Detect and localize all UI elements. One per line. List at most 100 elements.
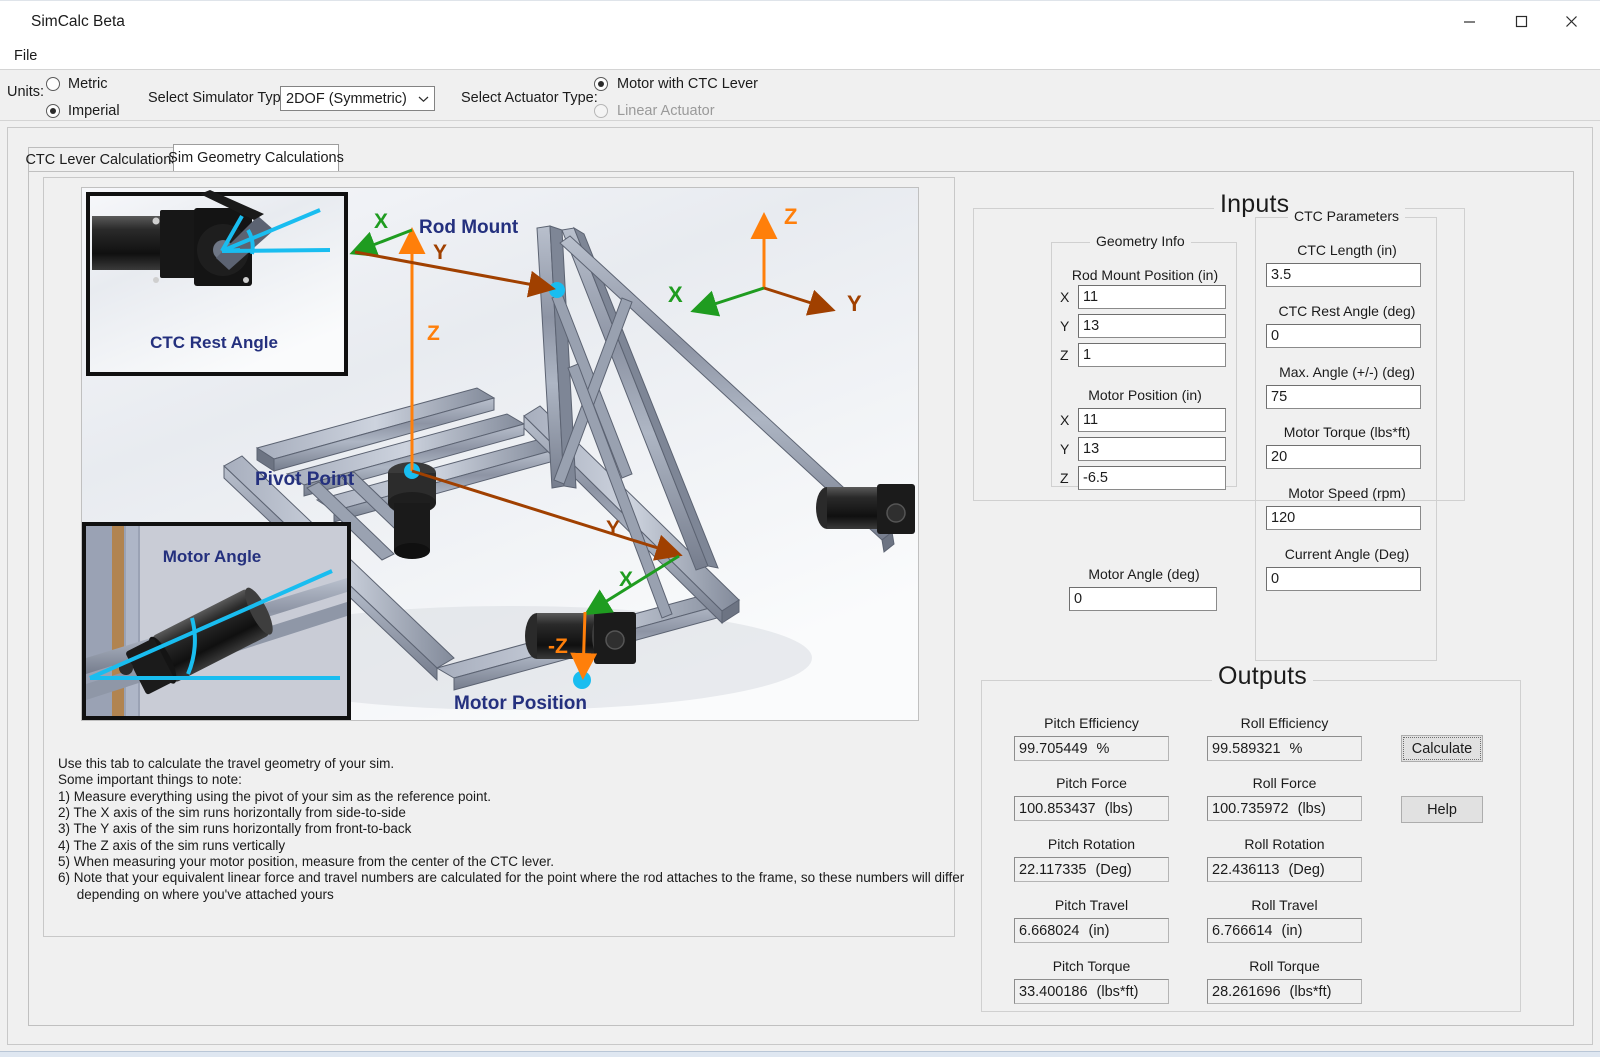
outputs-group-title: Outputs: [1212, 662, 1313, 691]
diagram-panel: Z X Y X Y Z: [43, 177, 955, 937]
tab-ctc-lever-calculations[interactable]: CTC Lever Calculations: [28, 147, 176, 171]
radio-actuator-motor-ctc-label: Motor with CTC Lever: [617, 76, 758, 92]
tab-sim-geometry-calculations[interactable]: Sim Geometry Calculations: [173, 144, 339, 171]
pitch-rotation-label: Pitch Rotation: [1004, 836, 1179, 852]
max-angle-input[interactable]: 75: [1266, 385, 1421, 409]
ctc-rest-angle-input[interactable]: 0: [1266, 324, 1421, 348]
pitch-torque-number: 33.400186: [1019, 984, 1088, 1000]
motor-y-label: Y: [1060, 441, 1069, 457]
motor-position-label: Motor Position (in): [1052, 387, 1238, 403]
radio-actuator-motor-ctc[interactable]: [594, 77, 608, 91]
pitch-travel-label: Pitch Travel: [1004, 897, 1179, 913]
pitch-efficiency-number: 99.705449: [1019, 741, 1088, 757]
minimize-icon: [1463, 15, 1476, 28]
simulator-type-label: Select Simulator Type:: [148, 90, 293, 106]
triad-z-label: Z: [784, 204, 797, 229]
roll-torque-label: Roll Torque: [1197, 958, 1372, 974]
radio-units-metric[interactable]: [46, 77, 60, 91]
motor-speed-input[interactable]: 120: [1266, 506, 1421, 530]
roll-travel-label: Roll Travel: [1197, 897, 1372, 913]
tab-sim-geometry-calculations-label: Sim Geometry Calculations: [168, 150, 344, 166]
rod-mount-z-input[interactable]: 1: [1078, 343, 1226, 367]
motor-speed-label: Motor Speed (rpm): [1256, 485, 1438, 501]
rodmount-y-label: Y: [433, 241, 447, 264]
roll-rotation-label: Roll Rotation: [1197, 836, 1372, 852]
radio-actuator-linear-label: Linear Actuator: [617, 103, 715, 119]
help-button[interactable]: Help: [1401, 796, 1483, 823]
note-line-3: 2) The X axis of the sim runs horizontal…: [58, 805, 948, 821]
close-icon: [1565, 15, 1578, 28]
pitch-torque-label: Pitch Torque: [1004, 958, 1179, 974]
rod-mount-y-input[interactable]: 13: [1078, 314, 1226, 338]
roll-torque-unit: (lbs*ft): [1290, 984, 1332, 1000]
motor-torque-input[interactable]: 20: [1266, 445, 1421, 469]
options-toolbar: Units: Metric Imperial Select Simulator …: [0, 69, 1600, 121]
main-panel: CTC Lever Calculations Sim Geometry Calc…: [7, 127, 1593, 1045]
pitch-force-unit: (lbs): [1105, 801, 1133, 817]
motor-angle-input[interactable]: 0: [1069, 587, 1217, 611]
pitch-travel-unit: (in): [1088, 923, 1109, 939]
roll-torque-number: 28.261696: [1212, 984, 1281, 1000]
maximize-button[interactable]: [1498, 1, 1544, 42]
ctc-parameters-group: CTC Parameters CTC Length (in) 3.5 CTC R…: [1255, 217, 1437, 661]
triad-x-label: X: [668, 282, 683, 307]
units-label: Units:: [7, 84, 44, 100]
motor-z-label: Z: [1060, 470, 1069, 486]
inset-ctc-rest-angle: CTC Rest Angle: [88, 190, 346, 374]
current-angle-input[interactable]: 0: [1266, 567, 1421, 591]
note-line-7: 6) Note that your equivalent linear forc…: [58, 870, 948, 886]
pitch-travel-value: 6.668024 (in): [1014, 918, 1169, 943]
calculate-button[interactable]: Calculate: [1401, 735, 1483, 762]
inset-label-ctc-rest-angle: CTC Rest Angle: [150, 333, 278, 352]
pitch-force-label: Pitch Force: [1004, 775, 1179, 791]
close-button[interactable]: [1548, 1, 1594, 42]
sim-geometry-diagram: Z X Y X Y Z: [81, 187, 919, 721]
motor-x-input[interactable]: 11: [1078, 408, 1226, 432]
motor-torque-label: Motor Torque (lbs*ft): [1256, 424, 1438, 440]
roll-rotation-unit: (Deg): [1288, 862, 1324, 878]
inputs-group-title: Inputs: [1214, 190, 1295, 219]
note-line-1: Some important things to note:: [58, 772, 948, 788]
note-line-6: 5) When measuring your motor position, m…: [58, 854, 948, 870]
radio-units-imperial-label: Imperial: [68, 103, 120, 119]
max-angle-label: Max. Angle (+/-) (deg): [1256, 364, 1438, 380]
title-bar: SimCalc Beta: [0, 1, 1600, 42]
minimize-button[interactable]: [1446, 1, 1492, 42]
rod-mount-position-label: Rod Mount Position (in): [1052, 267, 1238, 283]
window-title: SimCalc Beta: [31, 13, 125, 31]
radio-actuator-linear[interactable]: [594, 104, 608, 118]
motor-y-input[interactable]: 13: [1078, 437, 1226, 461]
roll-efficiency-number: 99.589321: [1212, 741, 1281, 757]
pitch-force-number: 100.853437: [1019, 801, 1096, 817]
radio-units-imperial[interactable]: [46, 104, 60, 118]
roll-rotation-number: 22.436113: [1212, 862, 1279, 878]
note-line-0: Use this tab to calculate the travel geo…: [58, 756, 948, 772]
ctc-length-input[interactable]: 3.5: [1266, 263, 1421, 287]
motor-z-input[interactable]: -6.5: [1078, 466, 1226, 490]
tab-strip: CTC Lever Calculations Sim Geometry Calc…: [28, 147, 1574, 171]
radio-units-metric-label: Metric: [68, 76, 107, 92]
sim-geometry-illustration: Z X Y X Y Z: [82, 188, 919, 721]
pitch-rotation-value: 22.117335 (Deg): [1014, 857, 1169, 882]
status-bar: [0, 1051, 1600, 1057]
roll-travel-value: 6.766614 (in): [1207, 918, 1362, 943]
notes-block: Use this tab to calculate the travel geo…: [58, 756, 948, 903]
roll-force-label: Roll Force: [1197, 775, 1372, 791]
triad-y-label: Y: [847, 291, 862, 316]
inset-label-motor-angle: Motor Angle: [163, 547, 262, 566]
motor-angle-label: Motor Angle (deg): [1051, 566, 1237, 582]
geometry-info-title: Geometry Info: [1090, 233, 1191, 249]
pitch-travel-number: 6.668024: [1019, 923, 1079, 939]
roll-torque-value: 28.261696 (lbs*ft): [1207, 979, 1362, 1004]
motor-x-label: X: [1060, 412, 1069, 428]
diagram-label-motor-position: Motor Position: [454, 693, 587, 714]
rodmount-x-label: X: [374, 210, 388, 233]
roll-force-unit: (lbs): [1298, 801, 1326, 817]
motorpos-x-label: X: [619, 568, 633, 591]
menu-item-file[interactable]: File: [7, 46, 44, 66]
rod-mount-x-input[interactable]: 11: [1078, 285, 1226, 309]
pitch-rotation-unit: (Deg): [1095, 862, 1131, 878]
simulator-type-select[interactable]: 2DOF (Symmetric): [280, 86, 435, 111]
geometry-info-group: Geometry Info Rod Mount Position (in) X …: [1051, 242, 1237, 487]
help-button-label: Help: [1427, 802, 1457, 818]
